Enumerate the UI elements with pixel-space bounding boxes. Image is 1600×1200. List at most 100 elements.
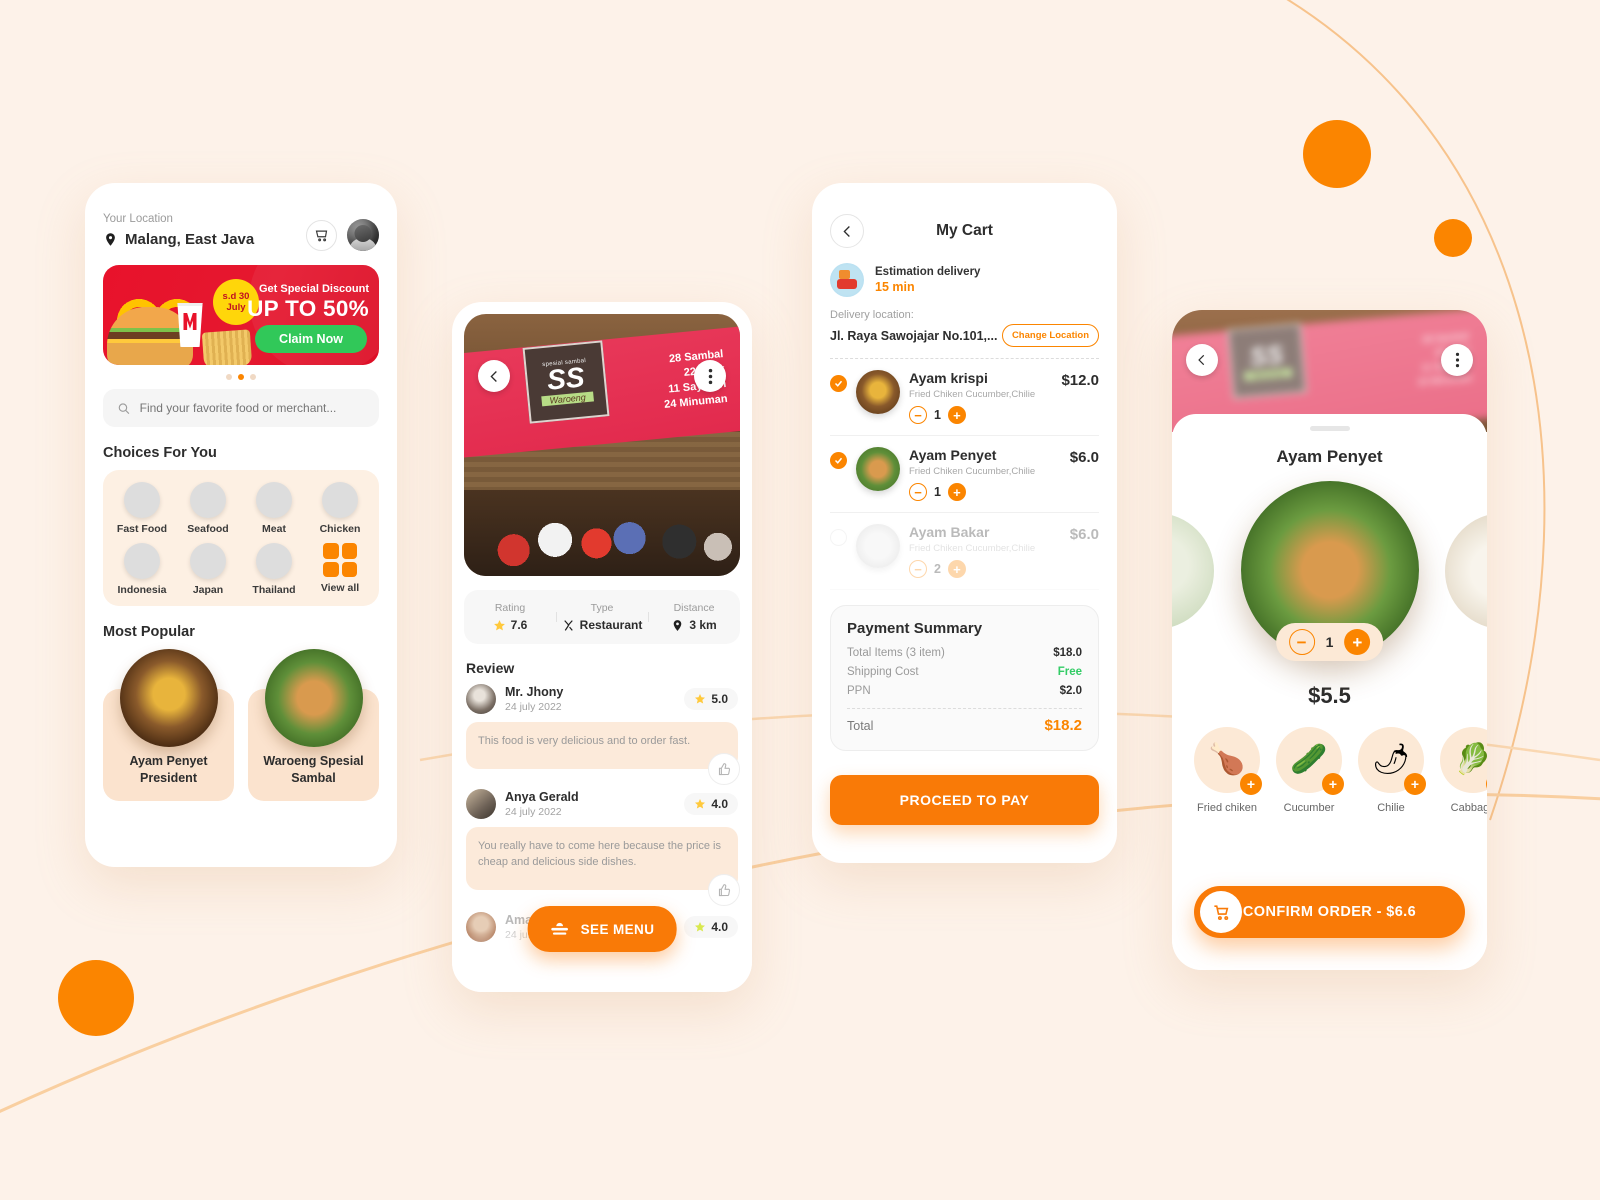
star-icon (695, 922, 706, 932)
decor-circle-large (1303, 120, 1371, 188)
product-detail-sheet: Ayam Penyet − 1 + $5.5 🍗 + Fried chiken (1172, 414, 1487, 970)
location-value-row[interactable]: Malang, East Java (103, 231, 254, 248)
confirm-order-button[interactable]: CONFIRM ORDER - $6.6 (1194, 886, 1465, 938)
choice-seafood[interactable]: Seafood (175, 482, 241, 535)
back-button[interactable] (478, 360, 510, 392)
thumbs-up-icon (718, 762, 730, 775)
product-title: Ayam Penyet (1276, 447, 1383, 466)
quantity-value: 1 (1325, 634, 1334, 650)
item-checkbox[interactable] (830, 375, 847, 392)
quantity-stepper[interactable]: − 1 + (909, 406, 1046, 424)
choice-fast-food[interactable]: Fast Food (109, 482, 175, 535)
item-checkbox[interactable] (830, 529, 847, 546)
product-image-next[interactable] (1445, 513, 1487, 629)
promo-banner[interactable]: s.d 30 July Get Special Discount UP TO 5… (103, 265, 379, 365)
like-button[interactable] (708, 753, 740, 785)
meta-key: Distance (673, 602, 715, 614)
ingredient-label: Cabbage (1450, 802, 1487, 814)
choice-chicken[interactable]: Chicken (307, 482, 373, 535)
quantity-stepper[interactable]: − 1 + (1275, 623, 1384, 661)
quantity-stepper[interactable]: − 2 + (909, 560, 1055, 578)
claim-now-button[interactable]: Claim Now (255, 325, 367, 353)
proceed-to-pay-button[interactable]: PROCEED TO PAY (830, 775, 1099, 825)
cart-button[interactable] (306, 219, 337, 251)
star-icon (695, 799, 706, 809)
decrease-quantity-button[interactable]: − (909, 560, 927, 578)
decor-circle-small (1434, 219, 1472, 257)
choice-japan[interactable]: Japan (175, 543, 241, 596)
payment-value: $18.0 (1053, 647, 1082, 659)
add-ingredient-button[interactable]: + (1322, 773, 1344, 795)
increase-quantity-button[interactable]: + (947, 560, 966, 578)
star-icon (493, 619, 505, 630)
carousel-dot[interactable] (250, 374, 256, 380)
increase-quantity-button[interactable]: + (947, 483, 966, 501)
meta-value-row: Restaurant (556, 618, 648, 632)
quantity-stepper[interactable]: − 1 + (909, 483, 1055, 501)
search-input[interactable] (139, 401, 365, 415)
popular-card-name: Waroeng Spesial Sambal (263, 754, 364, 785)
carousel-dot[interactable] (226, 374, 232, 380)
check-icon (834, 380, 843, 387)
reviewer-avatar (466, 684, 496, 714)
phone-product-detail-screen: SS Waroeng 28 Sambal 22 Lauk 11 Sayuran … (1172, 310, 1487, 970)
search-icon (118, 402, 130, 414)
product-image-prev[interactable] (1172, 513, 1214, 629)
carousel-dot-active[interactable] (238, 374, 244, 380)
see-menu-button[interactable]: SEE MENU (527, 906, 677, 952)
seafood-thumb (190, 482, 226, 518)
item-checkbox[interactable] (830, 452, 847, 469)
add-ingredient-button[interactable]: + (1240, 773, 1262, 795)
like-button[interactable] (708, 874, 740, 906)
decrease-quantity-button[interactable]: − (909, 483, 927, 501)
sheet-grabber[interactable] (1309, 426, 1350, 431)
choice-label: Indonesia (117, 584, 167, 596)
payment-key: Shipping Cost (847, 666, 919, 678)
increase-quantity-button[interactable]: + (1344, 629, 1371, 655)
popular-card[interactable]: Waroeng Spesial Sambal (248, 649, 379, 801)
review-rating-value: 4.0 (711, 920, 728, 934)
cart-item-image (856, 524, 900, 568)
ingredient-label: Chilie (1377, 802, 1405, 814)
decrease-quantity-button[interactable]: − (1288, 629, 1315, 655)
carousel-dots[interactable] (103, 374, 379, 380)
ingredient-cabbage[interactable]: 🥬 + Cabbage (1440, 727, 1487, 814)
increase-quantity-button[interactable]: + (947, 406, 966, 424)
reviewer-avatar (466, 789, 496, 819)
meta-distance: Distance 3 km (648, 602, 740, 632)
popular-card[interactable]: Ayam Penyet President (103, 649, 234, 801)
review-list: Mr. Jhony 24 july 2022 5.0 This food is … (452, 684, 752, 942)
payment-key: PPN (847, 685, 871, 697)
chicken-thumb (322, 482, 358, 518)
page-title: My Cart (936, 222, 993, 239)
choices-title: Choices For You (103, 445, 217, 461)
ingredient-cucumber[interactable]: 🥒 + Cucumber (1276, 727, 1344, 814)
avatar[interactable] (347, 219, 379, 251)
review-title: Review (466, 660, 515, 676)
payment-value: Free (1057, 666, 1082, 678)
choice-view-all[interactable]: View all (307, 543, 373, 596)
choice-thailand[interactable]: Thailand (241, 543, 307, 596)
reviewer-name: Anya Gerald (505, 790, 579, 804)
search-bar[interactable] (103, 389, 379, 427)
choice-indonesia[interactable]: Indonesia (109, 543, 175, 596)
more-options-button[interactable] (694, 360, 726, 392)
back-button[interactable] (1186, 344, 1218, 376)
logo-main-text: SS (545, 361, 586, 396)
product-image-carousel: − 1 + (1172, 481, 1487, 661)
more-options-button[interactable] (1441, 344, 1473, 376)
ingredient-fried-chicken[interactable]: 🍗 + Fried chiken (1194, 727, 1262, 814)
ingredient-chili[interactable]: 🌶 + Chilie (1358, 727, 1426, 814)
ingredients-list: 🍗 + Fried chiken 🥒 + Cucumber 🌶 + Chilie (1172, 709, 1487, 814)
fried-chicken-icon: 🍗 + (1194, 727, 1262, 795)
decrease-quantity-button[interactable]: − (909, 406, 927, 424)
japan-thumb (190, 543, 226, 579)
estimation-value: 15 min (875, 280, 915, 294)
choice-meat[interactable]: Meat (241, 482, 307, 535)
cart-item: Ayam Penyet Fried Chiken Cucumber,Chilie… (830, 436, 1099, 513)
change-location-button[interactable]: Change Location (1001, 324, 1099, 347)
add-ingredient-button[interactable]: + (1404, 773, 1426, 795)
add-ingredient-button[interactable]: + (1486, 773, 1487, 795)
review-rating-badge: 4.0 (684, 793, 738, 815)
confirm-order-label: CONFIRM ORDER - $6.6 (1242, 904, 1417, 920)
